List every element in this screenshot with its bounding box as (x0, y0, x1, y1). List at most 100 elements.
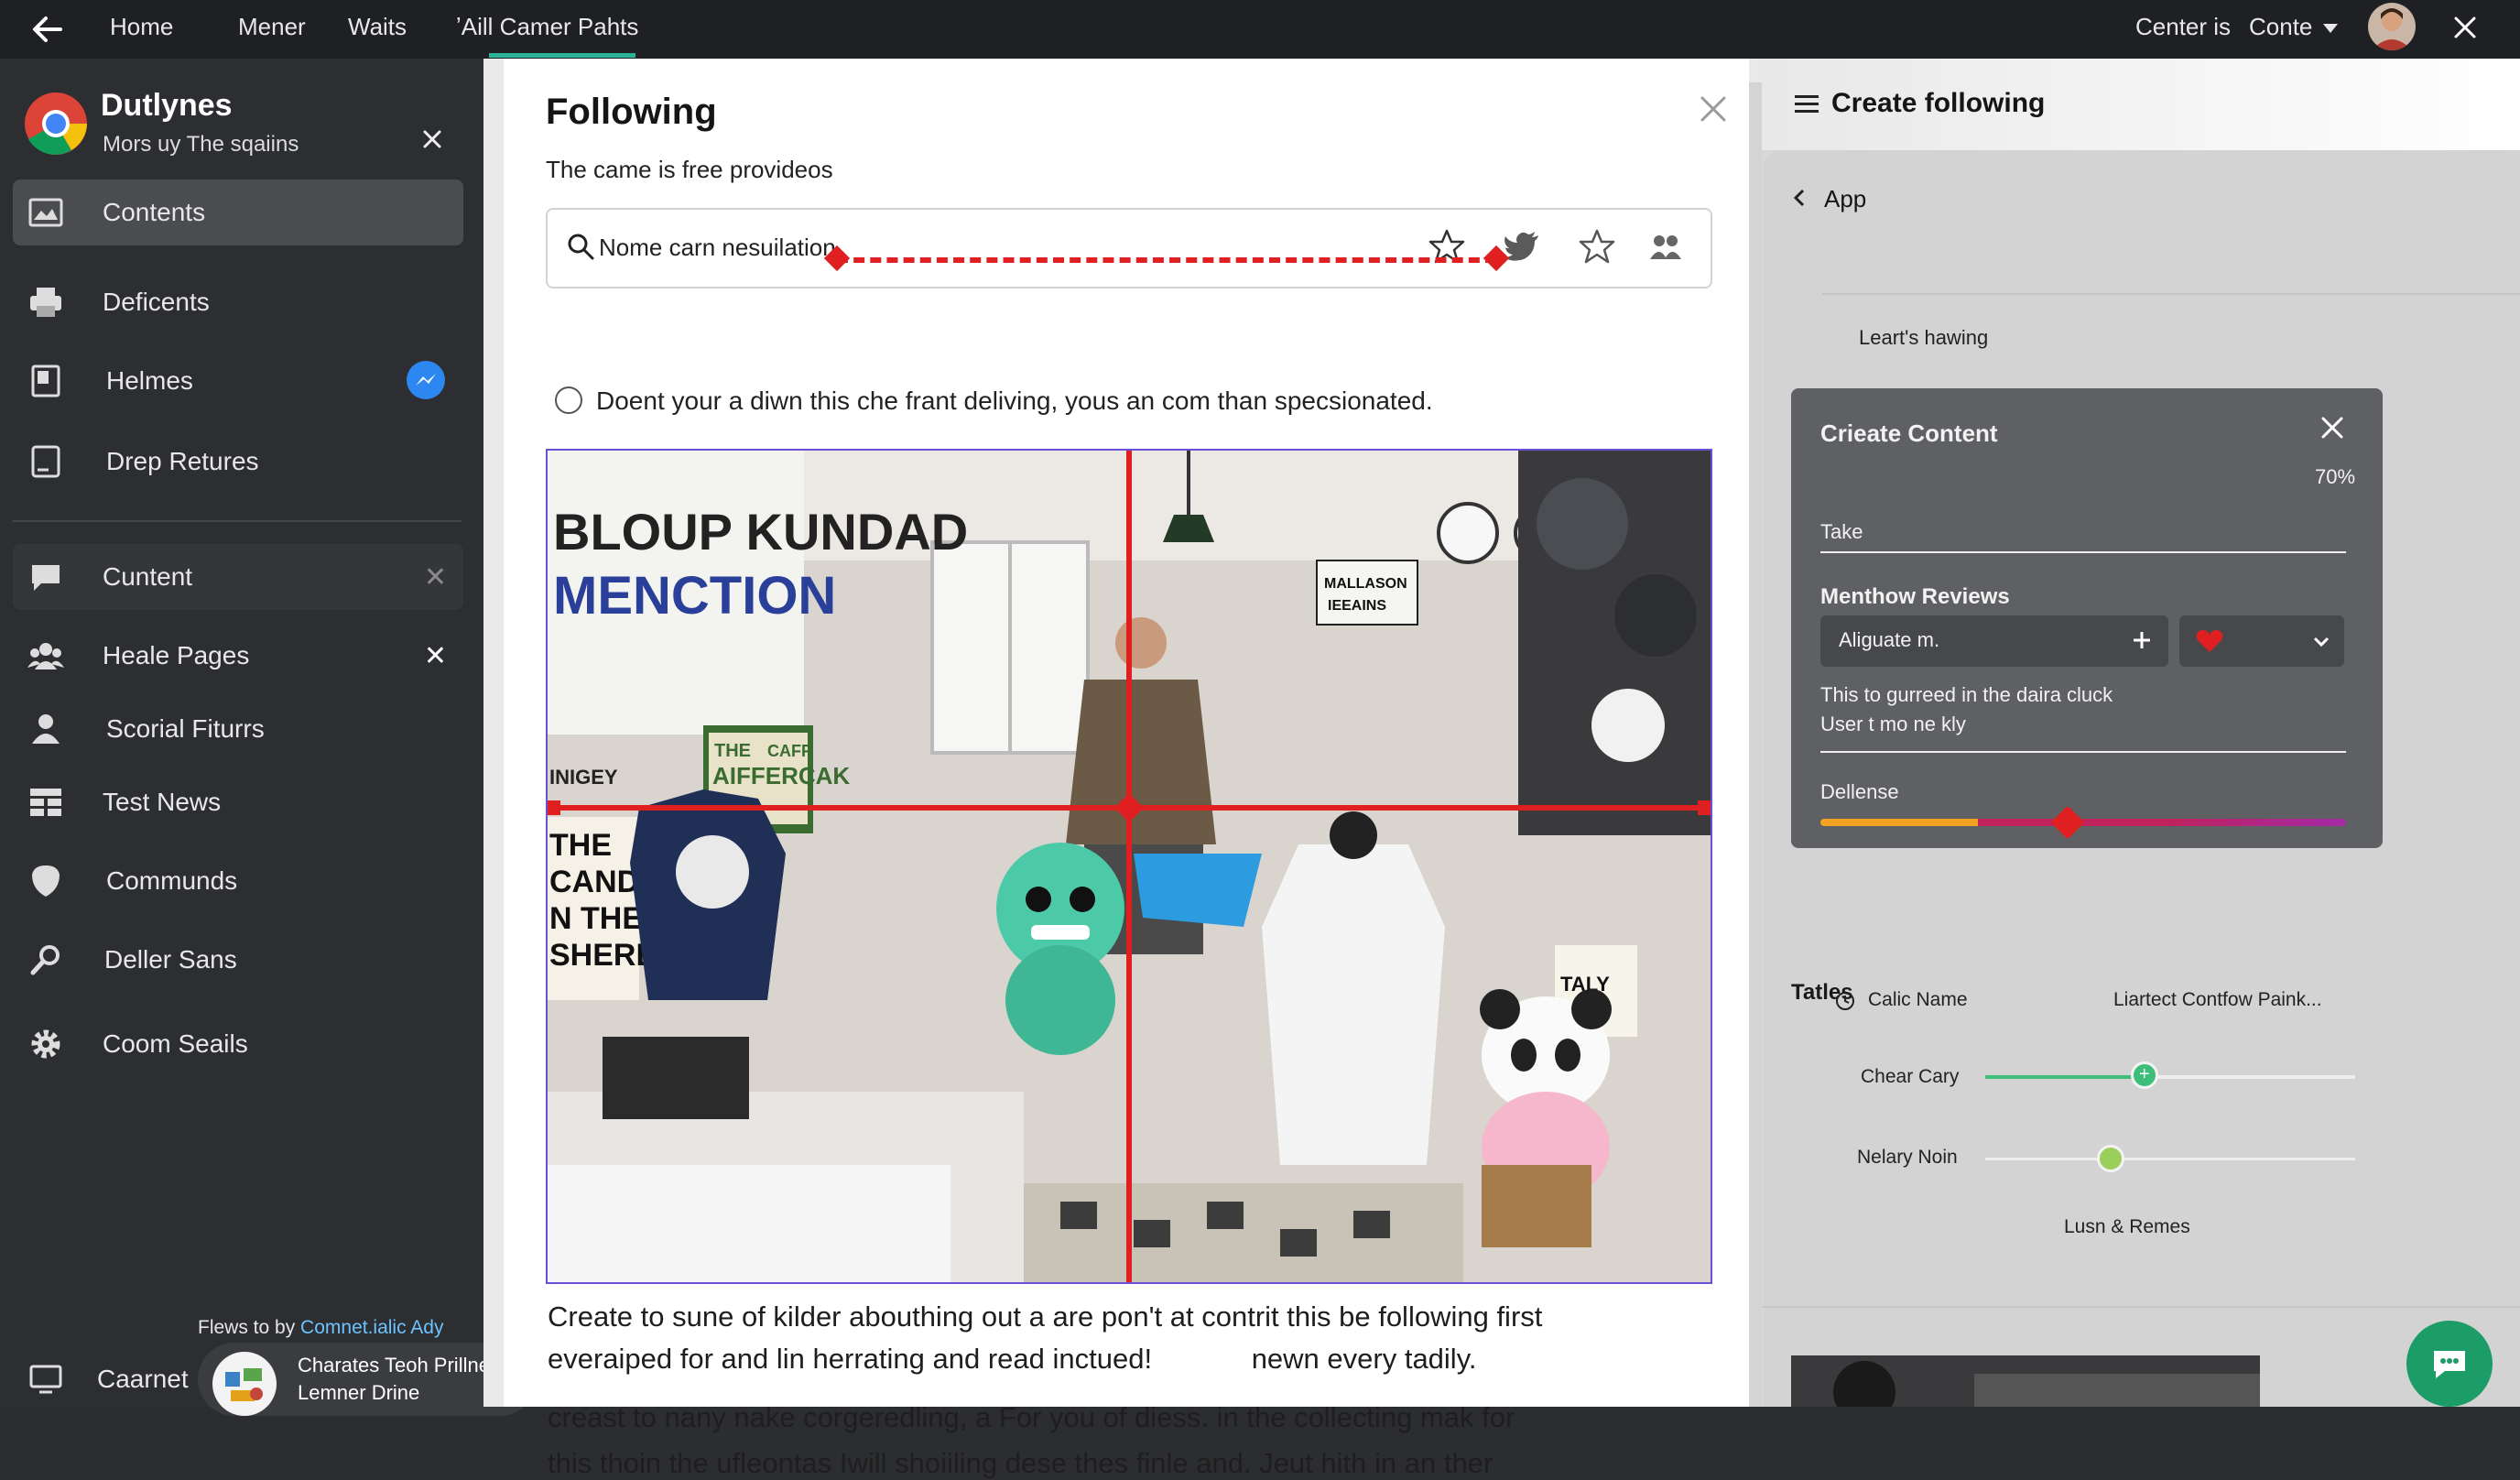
search-box[interactable]: Nome carn nesuilation (546, 208, 1712, 288)
card-percent: 70% (2315, 465, 2356, 488)
para-line: everaiped for and lin herrating and read… (548, 1343, 1153, 1375)
footer-link[interactable]: Comnet.ialic Ady (300, 1317, 443, 1338)
photo-frame[interactable]: BLOUP KUNDAD MENCTION THE CAFF AIFFERCAK… (546, 449, 1712, 1284)
slider-fill (1985, 1075, 2145, 1079)
chevron-down-icon[interactable] (2322, 22, 2339, 39)
tatles-footer: Lusn & Remes (2064, 1216, 2190, 1237)
card-close-icon[interactable] (2320, 416, 2344, 444)
close-icon[interactable]: ✕ (424, 561, 447, 593)
take-label: Take (1820, 520, 1863, 543)
chear-cary-slider[interactable]: + (1985, 1061, 2355, 1089)
name-label: Calic Name (1868, 989, 1968, 1010)
sidebar-item-drep-retures[interactable]: Drep Retures (13, 429, 463, 495)
dellense-slider[interactable] (1820, 805, 2346, 840)
slider2-label: Nelary Noin (1857, 1147, 1958, 1168)
sidebar-item-label: Deficents (103, 288, 210, 316)
sidebar-item-caarnet[interactable]: Caarnet (13, 1346, 196, 1412)
sidebar-item-label: Cuntent (103, 562, 193, 591)
sidebar-item-test-news[interactable]: Test News (13, 769, 463, 835)
sign-text: THE (549, 828, 612, 863)
profile-close-icon[interactable] (421, 128, 443, 155)
close-icon[interactable]: ✕ (424, 640, 447, 672)
thumbnail-preview[interactable] (1791, 1355, 2260, 1407)
people-icon[interactable] (1650, 234, 1681, 266)
desc-underline (1820, 751, 2346, 753)
menu-icon[interactable] (1795, 93, 1819, 120)
sidebar-item-label: Caarnet (97, 1365, 189, 1393)
sidebar-item-deller-sans[interactable]: Deller Sans (13, 927, 463, 993)
sidebar-item-communds[interactable]: Communds (13, 848, 463, 914)
sidebar-item-label: Heale Pages (103, 641, 250, 669)
para-line: this thoin the ufleontas Iwill shoiiling… (548, 1447, 1494, 1479)
page-title: Following (546, 92, 717, 132)
body-paragraph-1: Create to sune of kilder abouthing out a… (548, 1300, 1711, 1376)
printer-icon (27, 284, 64, 321)
sidebar-item-label: Coom Seails (103, 1029, 248, 1058)
sidebar-item-deficents[interactable]: Deficents (13, 269, 463, 335)
users-group-icon (27, 637, 64, 674)
sidebar: Dutlynes Mors uy The sqaiins Contents De… (0, 59, 537, 1416)
sidebar-item-heale-pages[interactable]: Heale Pages ✕ (13, 623, 463, 689)
sidebar-item-coom-seails[interactable]: Coom Seails (13, 1011, 463, 1077)
sidebar-item-scorial-fiturrs[interactable]: Scorial Fiturrs (13, 696, 463, 762)
para-line: Create to sune of kilder abouthing out a… (548, 1300, 1543, 1333)
slider-thumb[interactable]: + (2130, 1061, 2158, 1089)
twitter-bird-icon[interactable] (1504, 230, 1540, 267)
divider (1762, 1306, 2520, 1308)
sidebar-item-label: Contents (103, 198, 206, 226)
document-icon (27, 363, 64, 399)
heart-icon (2196, 629, 2223, 658)
radio-button[interactable] (555, 386, 582, 414)
divider (1822, 293, 2520, 295)
sidebar-item-cuntent[interactable]: Cuntent ✕ (13, 544, 463, 610)
annotation-dashed-line (837, 257, 1496, 263)
main-scrollbar[interactable] (1749, 82, 1762, 1407)
sidebar-item-helmes[interactable]: Helmes (13, 348, 463, 414)
sign-text: THE (714, 741, 751, 761)
avatar[interactable] (2368, 3, 2416, 50)
plus-icon[interactable] (2132, 630, 2152, 655)
tablet-icon (27, 443, 64, 480)
para-line: newn every tadily. (1251, 1343, 1477, 1375)
monitor-icon (27, 1361, 64, 1398)
sign-text: N THE (549, 901, 643, 936)
heart-dropdown[interactable] (2179, 615, 2344, 667)
chat-button[interactable] (2406, 1321, 2493, 1407)
nav-center-is[interactable]: Center is (2135, 13, 2231, 41)
nelary-noin-slider[interactable] (1985, 1145, 2355, 1172)
messenger-badge-icon[interactable] (407, 361, 445, 399)
back-arrow-icon[interactable] (29, 13, 66, 46)
sidebar-item-label: Test News (103, 788, 222, 816)
nav-conte[interactable]: Conte (2249, 13, 2312, 41)
body-paragraph-2: creast to nany nake corgeredling, a For … (548, 1401, 1711, 1480)
right-header-title: Create following (1831, 88, 2046, 118)
sign-text: MALLASON (1324, 576, 1407, 592)
promo-line1: Charates Teoh Prillner (298, 1354, 497, 1377)
sign-text: MENCTION (553, 566, 836, 626)
back-link[interactable]: App (1824, 185, 1866, 213)
star-outline-icon[interactable] (1579, 228, 1615, 269)
reviews-select[interactable]: Aliguate m. (1820, 615, 2168, 667)
profile-subtitle: Mors uy The sqaiins (103, 132, 299, 157)
right-panel: Create following App Leart's hawing Crie… (1762, 59, 2520, 1407)
nav-home[interactable]: Home (110, 13, 173, 41)
nav-waits[interactable]: Waits (348, 13, 407, 41)
sidebar-item-contents[interactable]: Contents (13, 180, 463, 245)
search-input[interactable]: Nome carn nesuilation (599, 234, 836, 262)
nav-mener[interactable]: Mener (238, 13, 306, 41)
sidebar-footer-text: Flews to by Comnet.ialic Ady (198, 1317, 443, 1339)
profile-name: Dutlynes (101, 88, 233, 123)
chevron-left-icon[interactable] (1793, 189, 1806, 212)
star-icon[interactable] (1428, 228, 1465, 269)
footer-text: Flews to by (198, 1317, 296, 1338)
section-label: Leart's hawing (1859, 326, 1989, 349)
close-icon[interactable] (2450, 13, 2480, 42)
card-close-icon[interactable] (1700, 95, 1727, 127)
search-icon (27, 941, 64, 978)
slider-thumb[interactable] (2050, 805, 2085, 840)
slider1-label: Chear Cary (1861, 1066, 1960, 1087)
nav-aill-camer-pahts[interactable]: ʼAill Camer Pahts (456, 13, 638, 41)
card-description: This to gurreed in the daira cluck (1820, 683, 2113, 706)
gear-icon (27, 1026, 64, 1062)
card-title: Crieate Content (1820, 419, 1998, 447)
